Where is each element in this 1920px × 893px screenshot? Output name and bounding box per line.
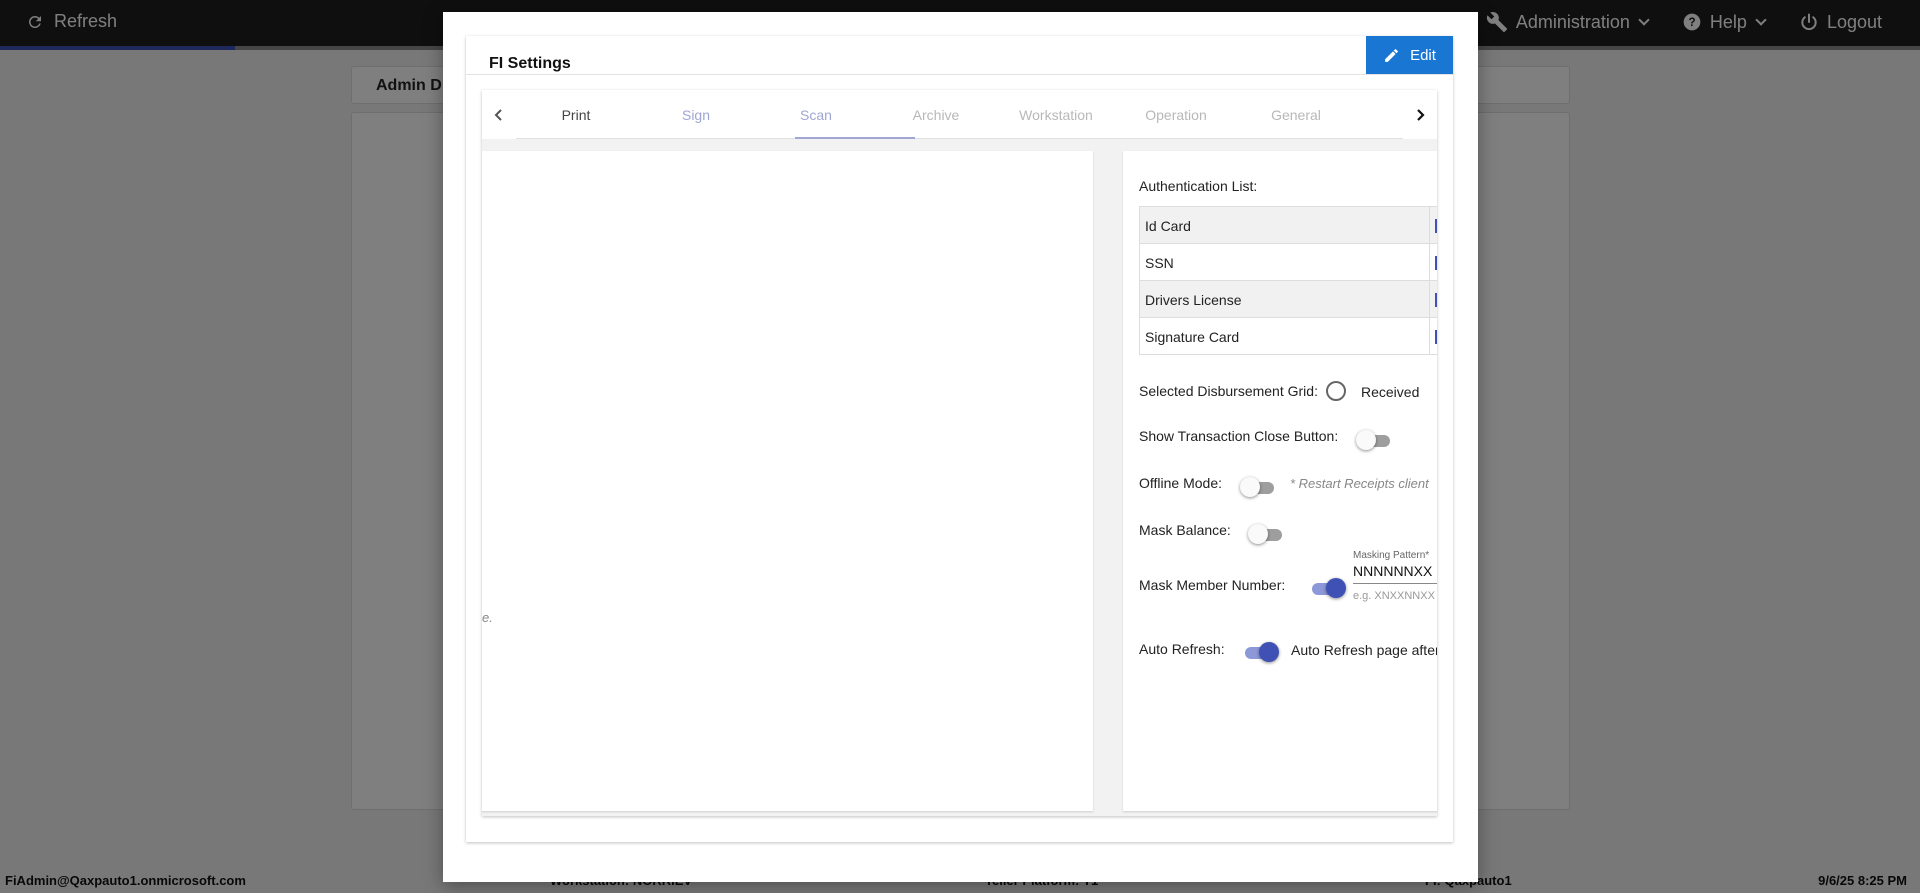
auto-refresh-toggle[interactable] — [1241, 641, 1279, 663]
column-divider — [1429, 244, 1430, 280]
offline-mode-label: Offline Mode: — [1139, 475, 1223, 491]
masking-pattern-label: Masking Pattern* — [1353, 550, 1430, 561]
auth-item-name: SSN — [1145, 255, 1174, 271]
tab-archive[interactable]: Archive — [876, 90, 996, 139]
tab-print[interactable]: Print — [516, 90, 636, 139]
auto-refresh-text: Auto Refresh page after — [1291, 642, 1437, 658]
column-divider — [1429, 281, 1430, 317]
table-row[interactable]: Id Card — [1139, 207, 1437, 244]
masking-pattern-field[interactable]: Masking Pattern* NNNNNNXX e.g. XNXXNNXX — [1353, 550, 1437, 602]
fi-settings-card: FI Settings Edit Print Sign Scan Archive… — [466, 36, 1453, 842]
row-action-icon[interactable] — [1435, 256, 1437, 270]
show-close-button-toggle[interactable] — [1356, 429, 1394, 451]
masking-pattern-input[interactable]: NNNNNNXX — [1353, 563, 1437, 584]
dialog-title: FI Settings — [489, 55, 571, 72]
auto-refresh-label: Auto Refresh: — [1139, 641, 1225, 657]
tab-workstation[interactable]: Workstation — [996, 90, 1116, 139]
scan-settings-right-panel: Authentication List: Id Card SSN Drivers… — [1123, 151, 1437, 811]
mask-member-number-toggle[interactable] — [1308, 577, 1346, 599]
offline-mode-hint: * Restart Receipts client — [1290, 476, 1429, 491]
authentication-list-table: Id Card SSN Drivers License Signature Ca… — [1139, 206, 1437, 355]
masking-pattern-help: e.g. XNXXNNXX — [1353, 590, 1435, 602]
auth-item-name: Drivers License — [1145, 292, 1242, 308]
mask-balance-label: Mask Balance: — [1139, 522, 1231, 538]
chevron-left-icon — [494, 108, 502, 121]
tabs-scroll-left-button[interactable] — [482, 90, 516, 139]
auth-item-name: Signature Card — [1145, 329, 1240, 345]
show-close-button-label: Show Transaction Close Button: — [1139, 428, 1339, 444]
auth-list-label: Authentication List: — [1139, 178, 1258, 194]
title-divider — [466, 74, 1453, 75]
column-divider — [1429, 207, 1430, 243]
clipped-text-fragment: e. — [482, 610, 493, 625]
scan-settings-left-panel: e. — [482, 151, 1093, 811]
tab-operation[interactable]: Operation — [1116, 90, 1236, 139]
auth-item-name: Id Card — [1145, 218, 1191, 234]
tab-scan[interactable]: Scan — [756, 90, 876, 139]
mask-member-number-label: Mask Member Number: — [1139, 577, 1286, 593]
edit-button[interactable]: Edit — [1366, 36, 1453, 74]
chevron-right-icon — [1417, 108, 1425, 121]
table-row[interactable]: SSN — [1139, 244, 1437, 281]
row-action-icon[interactable] — [1435, 330, 1437, 344]
settings-tabs: Print Sign Scan Archive Workstation Oper… — [482, 90, 1437, 139]
received-radio-label: Received — [1361, 384, 1420, 400]
row-action-icon[interactable] — [1435, 293, 1437, 307]
offline-mode-toggle[interactable] — [1240, 476, 1278, 498]
tabs-scroll-right-button[interactable] — [1403, 90, 1437, 139]
mask-balance-toggle[interactable] — [1248, 523, 1286, 545]
edit-label: Edit — [1410, 46, 1436, 64]
fi-settings-dialog: FI Settings Edit Print Sign Scan Archive… — [443, 12, 1478, 882]
received-radio[interactable] — [1326, 381, 1346, 401]
disbursement-grid-label: Selected Disbursement Grid: — [1139, 383, 1318, 399]
row-action-icon[interactable] — [1435, 219, 1437, 233]
settings-tab-area: Print Sign Scan Archive Workstation Oper… — [482, 90, 1437, 816]
table-row[interactable]: Signature Card — [1139, 318, 1437, 355]
tab-sign[interactable]: Sign — [636, 90, 756, 139]
table-row[interactable]: Drivers License — [1139, 281, 1437, 318]
pencil-icon — [1385, 48, 1398, 62]
tab-general[interactable]: General — [1236, 90, 1356, 139]
tab-selected-indicator — [795, 137, 915, 139]
column-divider — [1429, 318, 1430, 354]
